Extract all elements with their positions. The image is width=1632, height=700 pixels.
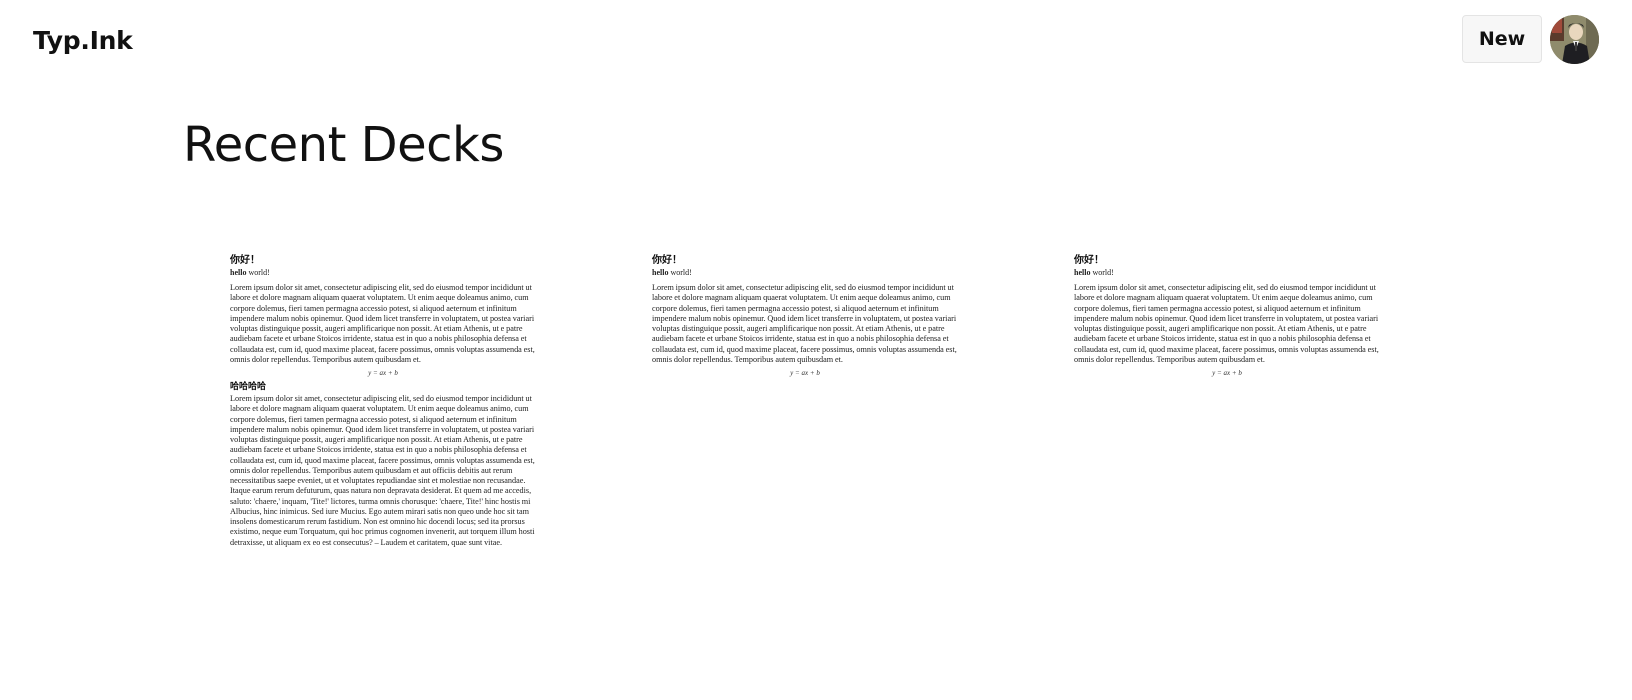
slide-paragraph: Lorem ipsum dolor sit amet, consectetur … — [230, 283, 535, 364]
slide-heading: 你好！ — [230, 255, 260, 266]
slide-subtitle: hello world! — [230, 268, 270, 277]
deck-card[interactable]: 你好！ hello world! Lorem ipsum dolor sit a… — [1074, 255, 1394, 382]
slide-heading-2: 哈哈哈哈 — [230, 382, 267, 392]
top-nav: Typ.Ink New — [0, 0, 1632, 82]
brand-logo-link[interactable]: Typ.Ink — [33, 24, 133, 58]
slide-subtitle: hello world! — [1074, 268, 1114, 277]
page-title: Recent Decks — [183, 117, 504, 173]
deck-card[interactable]: 你好！ hello world! Lorem ipsum dolor sit a… — [230, 255, 550, 548]
slide-paragraph: Lorem ipsum dolor sit amet, consectetur … — [1074, 283, 1379, 364]
avatar-image — [1550, 15, 1599, 64]
slide-paragraph: Lorem ipsum dolor sit amet, consectetur … — [652, 283, 957, 364]
deck-thumbnail: 你好！ hello world! Lorem ipsum dolor sit a… — [1074, 255, 1394, 378]
slide-paragraph-2: Lorem ipsum dolor sit amet, consectetur … — [230, 394, 535, 547]
slide-subtitle: hello world! — [652, 268, 692, 277]
deck-thumbnail: 你好！ hello world! Lorem ipsum dolor sit a… — [652, 255, 972, 378]
slide-formula: y = ax + b — [368, 369, 398, 377]
slide-heading: 你好！ — [1074, 255, 1104, 266]
new-deck-button[interactable]: New — [1462, 15, 1542, 63]
slide-formula: y = ax + b — [790, 369, 820, 377]
user-avatar-icon[interactable] — [1550, 15, 1599, 64]
slide-formula: y = ax + b — [1212, 369, 1242, 377]
deck-thumbnail: 你好！ hello world! Lorem ipsum dolor sit a… — [230, 255, 550, 548]
deck-card[interactable]: 你好！ hello world! Lorem ipsum dolor sit a… — [652, 255, 972, 382]
slide-heading: 你好！ — [652, 255, 682, 266]
